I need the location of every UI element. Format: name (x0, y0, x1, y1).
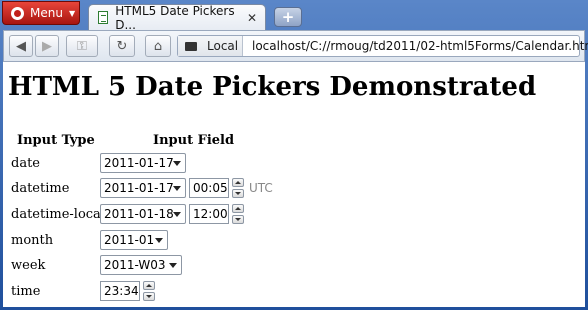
date-picker[interactable]: 2011-01-17 (100, 153, 186, 173)
date-picker-value: 2011-01-17 (104, 156, 174, 170)
spin-up-icon[interactable] (143, 281, 155, 290)
opera-menu-button[interactable]: Menu ▼ (2, 1, 80, 25)
reload-button[interactable]: ↻ (109, 35, 135, 57)
password-manager-button[interactable]: ⚿ (66, 35, 98, 57)
opera-logo-icon (11, 6, 24, 20)
close-icon[interactable]: ✕ (247, 11, 257, 25)
tab-active[interactable]: HTML5 Date Pickers D... ✕ (88, 3, 266, 32)
row-label-date: date (11, 156, 40, 171)
time-spinner[interactable] (143, 281, 155, 301)
spin-down-icon[interactable] (143, 292, 155, 301)
forward-arrow-icon: ▶ (42, 38, 52, 54)
home-button[interactable]: ⌂ (145, 35, 171, 57)
chevron-down-icon (173, 212, 181, 217)
row-label-month: month (11, 233, 54, 248)
datetime-local-date-picker[interactable]: 2011-01-18 (100, 204, 186, 224)
chevron-down-icon (169, 263, 177, 268)
tab-title: HTML5 Date Pickers D... (115, 3, 235, 32)
datetime-local-time-spinner[interactable] (232, 204, 244, 224)
address-scope-label: Local (207, 39, 239, 53)
time-input-value: 23:34 (104, 284, 139, 298)
spin-up-icon[interactable] (232, 178, 244, 187)
page-icon (98, 11, 109, 24)
page-content: HTML 5 Date Pickers Demonstrated Input T… (3, 62, 585, 307)
row-label-week: week (11, 258, 46, 273)
address-bar[interactable]: Local localhost/C://rmoug/td2011/02-html… (177, 35, 588, 57)
datetime-local-time-value: 12:00 (193, 207, 228, 221)
row-label-time: time (11, 284, 41, 299)
chevron-down-icon: ▼ (68, 8, 76, 18)
forward-button[interactable]: ▶ (35, 35, 59, 57)
spin-down-icon[interactable] (232, 189, 244, 198)
back-arrow-icon: ◀ (16, 38, 26, 54)
tab-bar: Menu ▼ HTML5 Date Pickers D... ✕ + (0, 0, 588, 32)
page-title: HTML 5 Date Pickers Demonstrated (8, 72, 537, 102)
datetime-time-spinner[interactable] (232, 178, 244, 198)
row-label-datetime: datetime (11, 181, 70, 196)
chevron-down-icon (155, 238, 163, 243)
reload-icon: ↻ (116, 38, 128, 54)
week-picker-value: 2011-W03 (104, 258, 166, 272)
datetime-date-value: 2011-01-17 (104, 181, 174, 195)
timezone-label: UTC (249, 181, 273, 195)
monitor-icon (185, 41, 197, 51)
navigation-toolbar: ◀ ▶ ⚿ ↻ ⌂ Local localhost/C://rmoug/td20… (3, 30, 588, 62)
month-picker-value: 2011-01 (104, 233, 155, 247)
column-header-input-type: Input Type (17, 133, 95, 148)
new-tab-button[interactable]: + (274, 7, 302, 27)
home-icon: ⌂ (153, 38, 163, 54)
spin-up-icon[interactable] (232, 204, 244, 213)
chevron-down-icon (173, 161, 181, 166)
datetime-date-picker[interactable]: 2011-01-17 (100, 178, 186, 198)
address-scope-badge[interactable]: Local (178, 36, 243, 56)
key-icon: ⚿ (77, 38, 87, 54)
week-picker[interactable]: 2011-W03 (100, 255, 182, 275)
spin-down-icon[interactable] (232, 215, 244, 224)
datetime-local-date-value: 2011-01-18 (104, 207, 174, 221)
menu-label: Menu (30, 6, 63, 20)
row-label-datetime-local: datetime-local (11, 207, 105, 222)
back-button[interactable]: ◀ (9, 35, 33, 57)
column-header-input-field: Input Field (153, 133, 235, 148)
time-input[interactable]: 23:34 (100, 281, 140, 301)
datetime-local-time-input[interactable]: 12:00 (189, 204, 229, 224)
datetime-time-input[interactable]: 00:05 (189, 178, 229, 198)
chevron-down-icon (173, 186, 181, 191)
datetime-time-value: 00:05 (193, 181, 228, 195)
address-url[interactable]: localhost/C://rmoug/td2011/02-html5Forms… (252, 39, 588, 53)
month-picker[interactable]: 2011-01 (100, 230, 168, 250)
